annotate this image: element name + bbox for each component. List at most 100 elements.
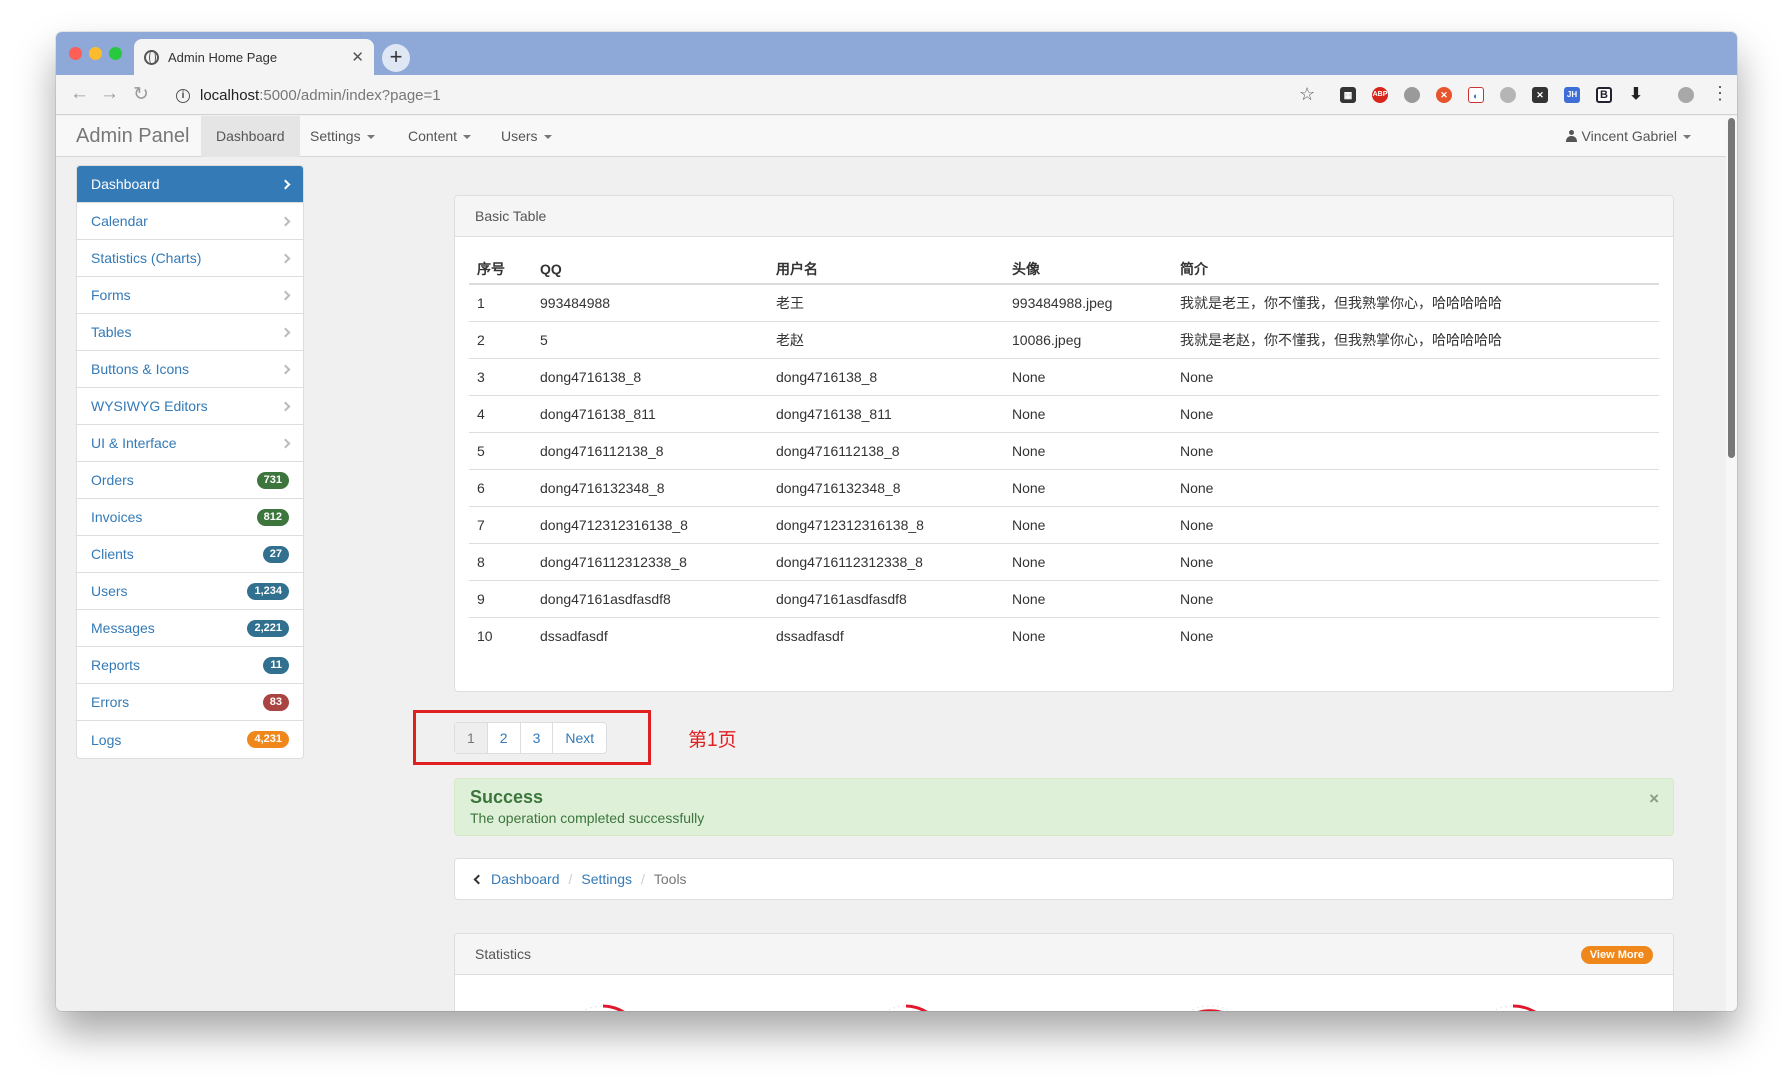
breadcrumb-link-settings[interactable]: Settings — [581, 871, 632, 887]
nav-dashboard[interactable]: Dashboard — [201, 116, 300, 157]
table-row: 1 993484988 老王 993484988.jpeg 我就是老王，你不懂我，但我熟… — [469, 284, 1659, 322]
browser-toolbar: ← → ↻ i localhost:5000/admin/index?page=… — [56, 75, 1737, 115]
table-cell: None — [1004, 395, 1172, 433]
sidebar-item[interactable]: Forms — [77, 277, 303, 314]
browser-tab[interactable]: Admin Home Page ✕ — [134, 39, 374, 75]
page-scrollbar[interactable] — [1726, 116, 1737, 1011]
alert-close-button[interactable]: × — [1649, 789, 1659, 809]
caret-down-icon — [463, 135, 472, 140]
maximize-window-button[interactable] — [109, 47, 122, 60]
chevron-right-icon — [280, 327, 291, 337]
minimize-window-button[interactable] — [89, 47, 102, 60]
b-extension-icon[interactable]: B — [1596, 87, 1612, 103]
table-cell: 5 — [469, 432, 532, 470]
page-link-2[interactable]: 2 — [488, 723, 521, 753]
table-cell: None — [1172, 506, 1659, 544]
sidebar-item[interactable]: Messages 2,221 — [77, 610, 303, 647]
success-alert: Success The operation completed successf… — [454, 778, 1674, 836]
nav-settings[interactable]: Settings — [295, 116, 390, 157]
chevron-right-icon — [280, 364, 291, 374]
address-bar[interactable]: i localhost:5000/admin/index?page=1 — [164, 82, 1394, 109]
sidebar-item[interactable]: Buttons & Icons — [77, 351, 303, 388]
breadcrumb-link-dashboard[interactable]: Dashboard — [491, 871, 560, 887]
breadcrumb: Dashboard / Settings / Tools — [454, 858, 1674, 900]
next-page-link[interactable]: Next — [553, 723, 606, 753]
table-cell: None — [1004, 432, 1172, 470]
sidebar-item[interactable]: Dashboard — [77, 166, 303, 203]
forward-arrow-icon[interactable]: → — [100, 83, 119, 105]
table-cell: dong4716112138_8 — [768, 432, 1004, 470]
nav-users[interactable]: Users — [486, 116, 567, 157]
sidebar-item-label: Users — [91, 583, 128, 599]
reload-icon[interactable]: ↻ — [133, 83, 149, 106]
info-icon[interactable]: i — [176, 88, 190, 103]
table-cell: None — [1172, 543, 1659, 581]
chevron-right-icon — [280, 253, 291, 263]
table-cell: 9 — [469, 580, 532, 618]
gauge-chart — [1189, 1005, 1231, 1011]
view-more-button[interactable]: View More — [1580, 946, 1653, 964]
table-cell: 3 — [469, 358, 532, 396]
sidebar-item[interactable]: Clients 27 — [77, 536, 303, 573]
download-icon[interactable]: ⬇ — [1628, 87, 1644, 103]
table-cell: dong4716132348_8 — [768, 469, 1004, 507]
sidebar-item-label: Messages — [91, 620, 155, 636]
gauge-chart — [885, 1004, 928, 1011]
breadcrumb-separator: / — [640, 871, 645, 887]
sidebar-item[interactable]: Statistics (Charts) — [77, 240, 303, 277]
table-cell: 老王 — [768, 284, 1004, 322]
sidebar-item[interactable]: Users 1,234 — [77, 573, 303, 610]
table-cell: 1 — [469, 284, 532, 322]
nav-content[interactable]: Content — [393, 116, 486, 157]
table-cell: dong47161asdfasdf8 — [532, 580, 768, 618]
table-row: 9 dong47161asdfasdf8 dong47161asdfasdf8 Non… — [469, 580, 1659, 618]
gauge-chart — [1492, 1004, 1536, 1011]
count-badge: 2,221 — [247, 619, 289, 637]
table-cell: None — [1004, 543, 1172, 581]
table-cell: dong4712312316138_8 — [768, 506, 1004, 544]
adblock-extension-icon[interactable]: ABP — [1372, 87, 1388, 103]
sidebar-item[interactable]: Tables — [77, 314, 303, 351]
sidebar-item[interactable]: Reports 11 — [77, 647, 303, 684]
caret-down-icon — [543, 135, 552, 140]
chevron-right-icon — [280, 290, 291, 300]
x-extension-icon[interactable]: ✕ — [1532, 87, 1548, 103]
brand-logo[interactable]: Admin Panel — [76, 125, 189, 148]
table-cell: None — [1004, 469, 1172, 507]
sidebar-item-label: WYSIWYG Editors — [91, 398, 208, 414]
page-link-1[interactable]: 1 — [455, 723, 488, 753]
table-header-row: 序号 QQ 用户名 头像 简介 — [469, 254, 1659, 285]
translate-extension-icon[interactable]: ◐ — [1468, 87, 1484, 103]
web-extension-icon[interactable] — [1404, 87, 1420, 103]
grey-extension-icon[interactable] — [1500, 87, 1516, 103]
jh-extension-icon[interactable]: JH — [1564, 87, 1580, 103]
sidebar-item[interactable]: UI & Interface — [77, 425, 303, 462]
browser-menu-icon[interactable]: ⋮ — [1711, 83, 1729, 104]
sidebar-item[interactable]: Invoices 812 — [77, 499, 303, 536]
profile-avatar-icon[interactable] — [1678, 87, 1694, 103]
table-cell: 6 — [469, 469, 532, 507]
table-cell: dong4716112312338_8 — [768, 543, 1004, 581]
new-tab-button[interactable]: + — [382, 44, 410, 72]
scrollbar-thumb[interactable] — [1728, 118, 1735, 458]
user-menu[interactable]: Vincent Gabriel — [1565, 116, 1691, 157]
qr-extension-icon[interactable]: ▦ — [1340, 87, 1356, 103]
sidebar-item[interactable]: Errors 83 — [77, 684, 303, 721]
statistics-panel: Statistics View More — [454, 933, 1674, 1011]
nav-users-label: Users — [501, 128, 538, 144]
orange-extension-icon[interactable]: ✕ — [1436, 87, 1452, 103]
back-arrow-icon[interactable]: ← — [70, 83, 89, 105]
close-window-button[interactable] — [69, 47, 82, 60]
sidebar-item[interactable]: WYSIWYG Editors — [77, 388, 303, 425]
table-cell: None — [1172, 580, 1659, 618]
sidebar-item[interactable]: Calendar — [77, 203, 303, 240]
bookmark-star-icon[interactable]: ☆ — [1299, 84, 1315, 105]
sidebar-item[interactable]: Logs 4,231 — [77, 721, 303, 758]
table-cell: dong4716112138_8 — [532, 432, 768, 470]
breadcrumb-current: Tools — [653, 871, 687, 887]
page-link-3[interactable]: 3 — [521, 723, 554, 753]
sidebar-item[interactable]: Orders 731 — [77, 462, 303, 499]
sidebar-menu: Dashboard Calendar Statistics (Charts) Form… — [76, 165, 304, 759]
table-cell: dong4716138_8 — [768, 358, 1004, 396]
tab-close-icon[interactable]: ✕ — [351, 48, 364, 66]
